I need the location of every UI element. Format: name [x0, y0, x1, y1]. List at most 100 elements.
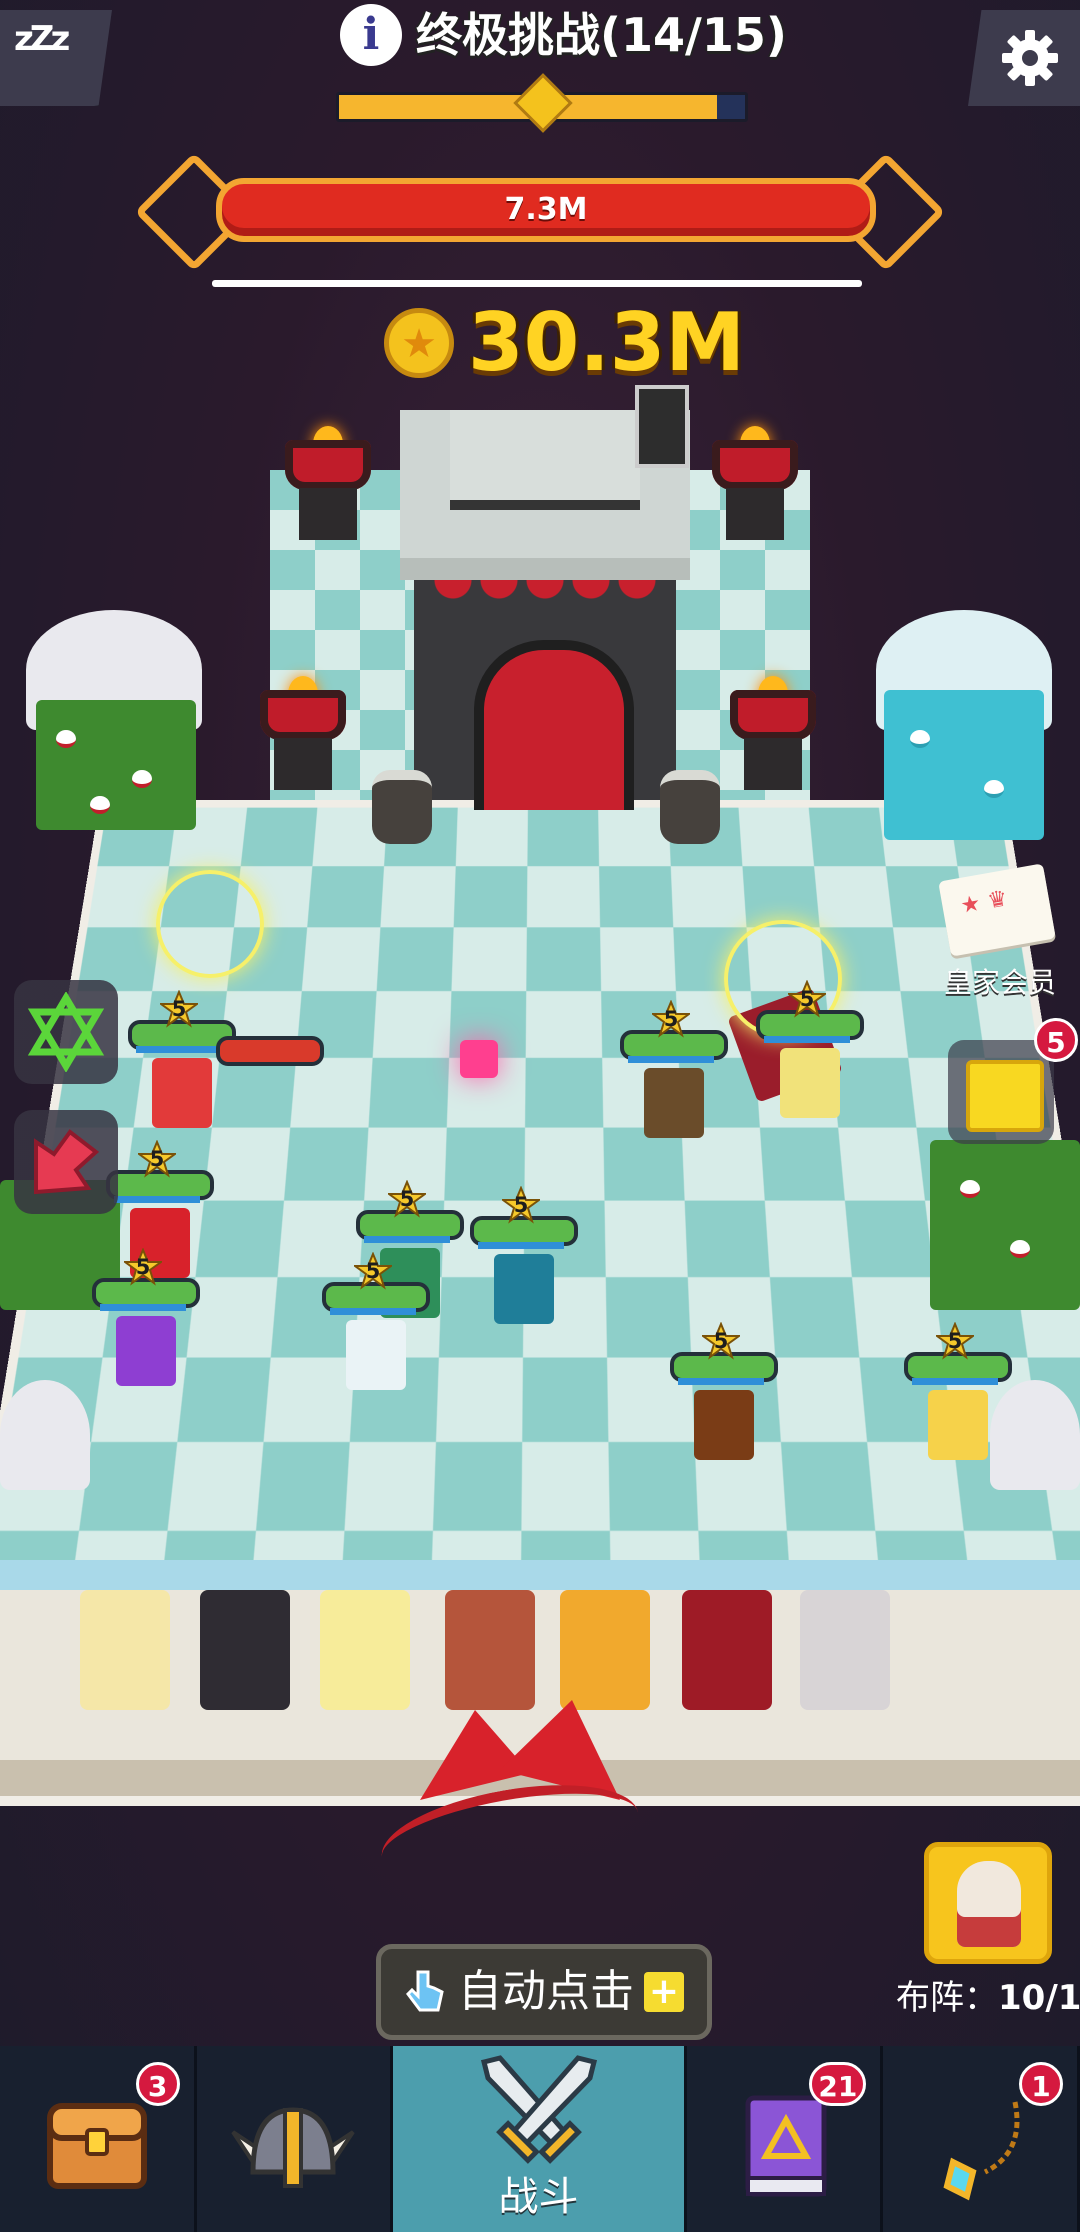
unit-level: 5 — [513, 1193, 529, 1217]
star-icon: 5 — [702, 1322, 740, 1360]
tree-left — [36, 700, 196, 830]
hero-unit[interactable]: 5 — [670, 1322, 780, 1472]
unit-mana-bar — [678, 1378, 764, 1385]
unit-mana-bar — [764, 1036, 850, 1043]
plus-icon: + — [644, 1972, 684, 2012]
hero-unit[interactable]: 5 — [128, 990, 238, 1140]
spawn-ring — [156, 870, 264, 978]
formation-button[interactable] — [924, 1842, 1052, 1964]
tab-battle-label: 战斗 — [498, 2174, 579, 2220]
chimney — [635, 385, 689, 468]
bench-hero[interactable] — [800, 1590, 890, 1710]
hero-unit[interactable]: 5 — [620, 1000, 730, 1150]
challenge-title[interactable]: i 终极挑战(14/15) — [340, 0, 787, 70]
brazier — [285, 426, 371, 540]
unit-mana-bar — [364, 1236, 450, 1243]
boost-skill-button[interactable] — [14, 1110, 118, 1214]
unit-mana-bar — [100, 1304, 186, 1311]
tab-chests[interactable]: 3 — [0, 2046, 197, 2232]
sleep-icon: zZz — [14, 19, 70, 59]
unit-level: 5 — [149, 1147, 165, 1171]
gold-coin-icon — [384, 308, 454, 378]
unit-body — [346, 1320, 406, 1390]
golden-chest-button[interactable]: 5 — [948, 1018, 1078, 1144]
star-icon: 5 — [788, 980, 826, 1018]
hero-unit[interactable]: 5 — [904, 1322, 1014, 1472]
boss-health-bar: 7.3M — [216, 178, 876, 242]
unit-level: 5 — [713, 1329, 729, 1353]
info-icon[interactable]: i — [340, 4, 402, 66]
sleep-button[interactable]: zZz — [0, 10, 112, 106]
formation-value: 10/10 — [998, 1978, 1080, 2018]
tab-artifacts[interactable]: 1 — [883, 2046, 1080, 2232]
star-icon: 5 — [388, 1180, 426, 1218]
gold-amount: 30.3M — [468, 296, 745, 389]
hexagram-skill-button[interactable] — [14, 980, 118, 1084]
bench-hero[interactable] — [445, 1590, 535, 1710]
golden-chest-icon — [966, 1060, 1044, 1132]
brazier — [730, 676, 816, 790]
hero-portrait-icon — [957, 1861, 1021, 1947]
tab-spellbook[interactable]: 21 — [686, 2046, 884, 2232]
unit-mana-bar — [136, 1046, 222, 1053]
star-icon: 5 — [138, 1140, 176, 1178]
settings-button[interactable] — [968, 10, 1080, 106]
unit-mana-bar — [114, 1196, 200, 1203]
gold-display: 30.3M — [384, 300, 745, 386]
tab-heroes[interactable] — [196, 2046, 394, 2232]
unit-mana-bar — [628, 1056, 714, 1063]
bottom-nav: 3 战斗 21 1 — [0, 2046, 1080, 2232]
castle-wall — [414, 580, 676, 810]
bench-hero[interactable] — [682, 1590, 772, 1710]
challenge-title-text: 终极挑战(14/15) — [416, 8, 787, 62]
boss-timer-line — [212, 280, 862, 287]
star-icon: 5 — [502, 1186, 540, 1224]
unit-level: 5 — [135, 1255, 151, 1279]
boss-health-frame: 7.3M — [134, 150, 946, 272]
unit-body — [644, 1068, 704, 1138]
unit-level: 5 — [799, 987, 815, 1011]
spellbook-icon — [745, 2095, 827, 2197]
hero-unit[interactable]: 5 — [92, 1248, 202, 1398]
unit-body — [928, 1390, 988, 1460]
unit-level: 5 — [171, 997, 187, 1021]
brazier — [260, 676, 346, 790]
hexagram-icon — [27, 992, 105, 1072]
hero-unit[interactable]: 5 — [322, 1252, 432, 1402]
unit-mana-bar — [912, 1378, 998, 1385]
royal-member-label[interactable]: 皇家会员 — [944, 966, 1056, 1000]
tab-badge: 1 — [1019, 2062, 1064, 2106]
bench-hero[interactable] — [80, 1590, 170, 1710]
tab-battle[interactable]: 战斗 — [393, 2046, 687, 2232]
tree-right — [884, 690, 1044, 840]
formation-count: 布阵：10/10 — [896, 1976, 1080, 2020]
amulet-icon — [943, 2101, 1020, 2201]
unit-mana-bar — [330, 1308, 416, 1315]
barrel — [660, 770, 720, 844]
auto-click-button[interactable]: 自动点击 + — [376, 1944, 712, 2040]
star-icon: 5 — [936, 1322, 974, 1360]
castle-door — [474, 640, 634, 810]
bench-hero[interactable] — [200, 1590, 290, 1710]
game-scene: zZz i 终极挑战(14/15) 7.3M ★ 30.3M 5 5 5 5 5… — [0, 0, 1080, 2232]
boss-health-text: 7.3M — [504, 192, 588, 227]
unit-level: 5 — [663, 1007, 679, 1031]
snow-bush — [0, 1380, 90, 1490]
unit-body — [694, 1390, 754, 1460]
unit-mana-bar — [478, 1242, 564, 1249]
enemy-health-bar — [216, 1036, 324, 1066]
bench-hero[interactable] — [560, 1590, 650, 1710]
progress-gem-icon — [513, 73, 573, 133]
viking-helmet-icon — [231, 2107, 356, 2188]
tab-badge: 21 — [809, 2062, 867, 2106]
hero-unit[interactable]: 5 — [470, 1186, 580, 1336]
pink-gem-projectile — [460, 1040, 498, 1078]
unit-body — [494, 1254, 554, 1324]
bench-hero[interactable] — [320, 1590, 410, 1710]
unit-body — [780, 1048, 840, 1118]
hero-unit[interactable]: 5 — [756, 980, 866, 1130]
unit-body — [152, 1058, 212, 1128]
star-icon: 5 — [652, 1000, 690, 1038]
unit-level: 5 — [365, 1259, 381, 1283]
chest-count-badge: 5 — [1034, 1018, 1078, 1062]
